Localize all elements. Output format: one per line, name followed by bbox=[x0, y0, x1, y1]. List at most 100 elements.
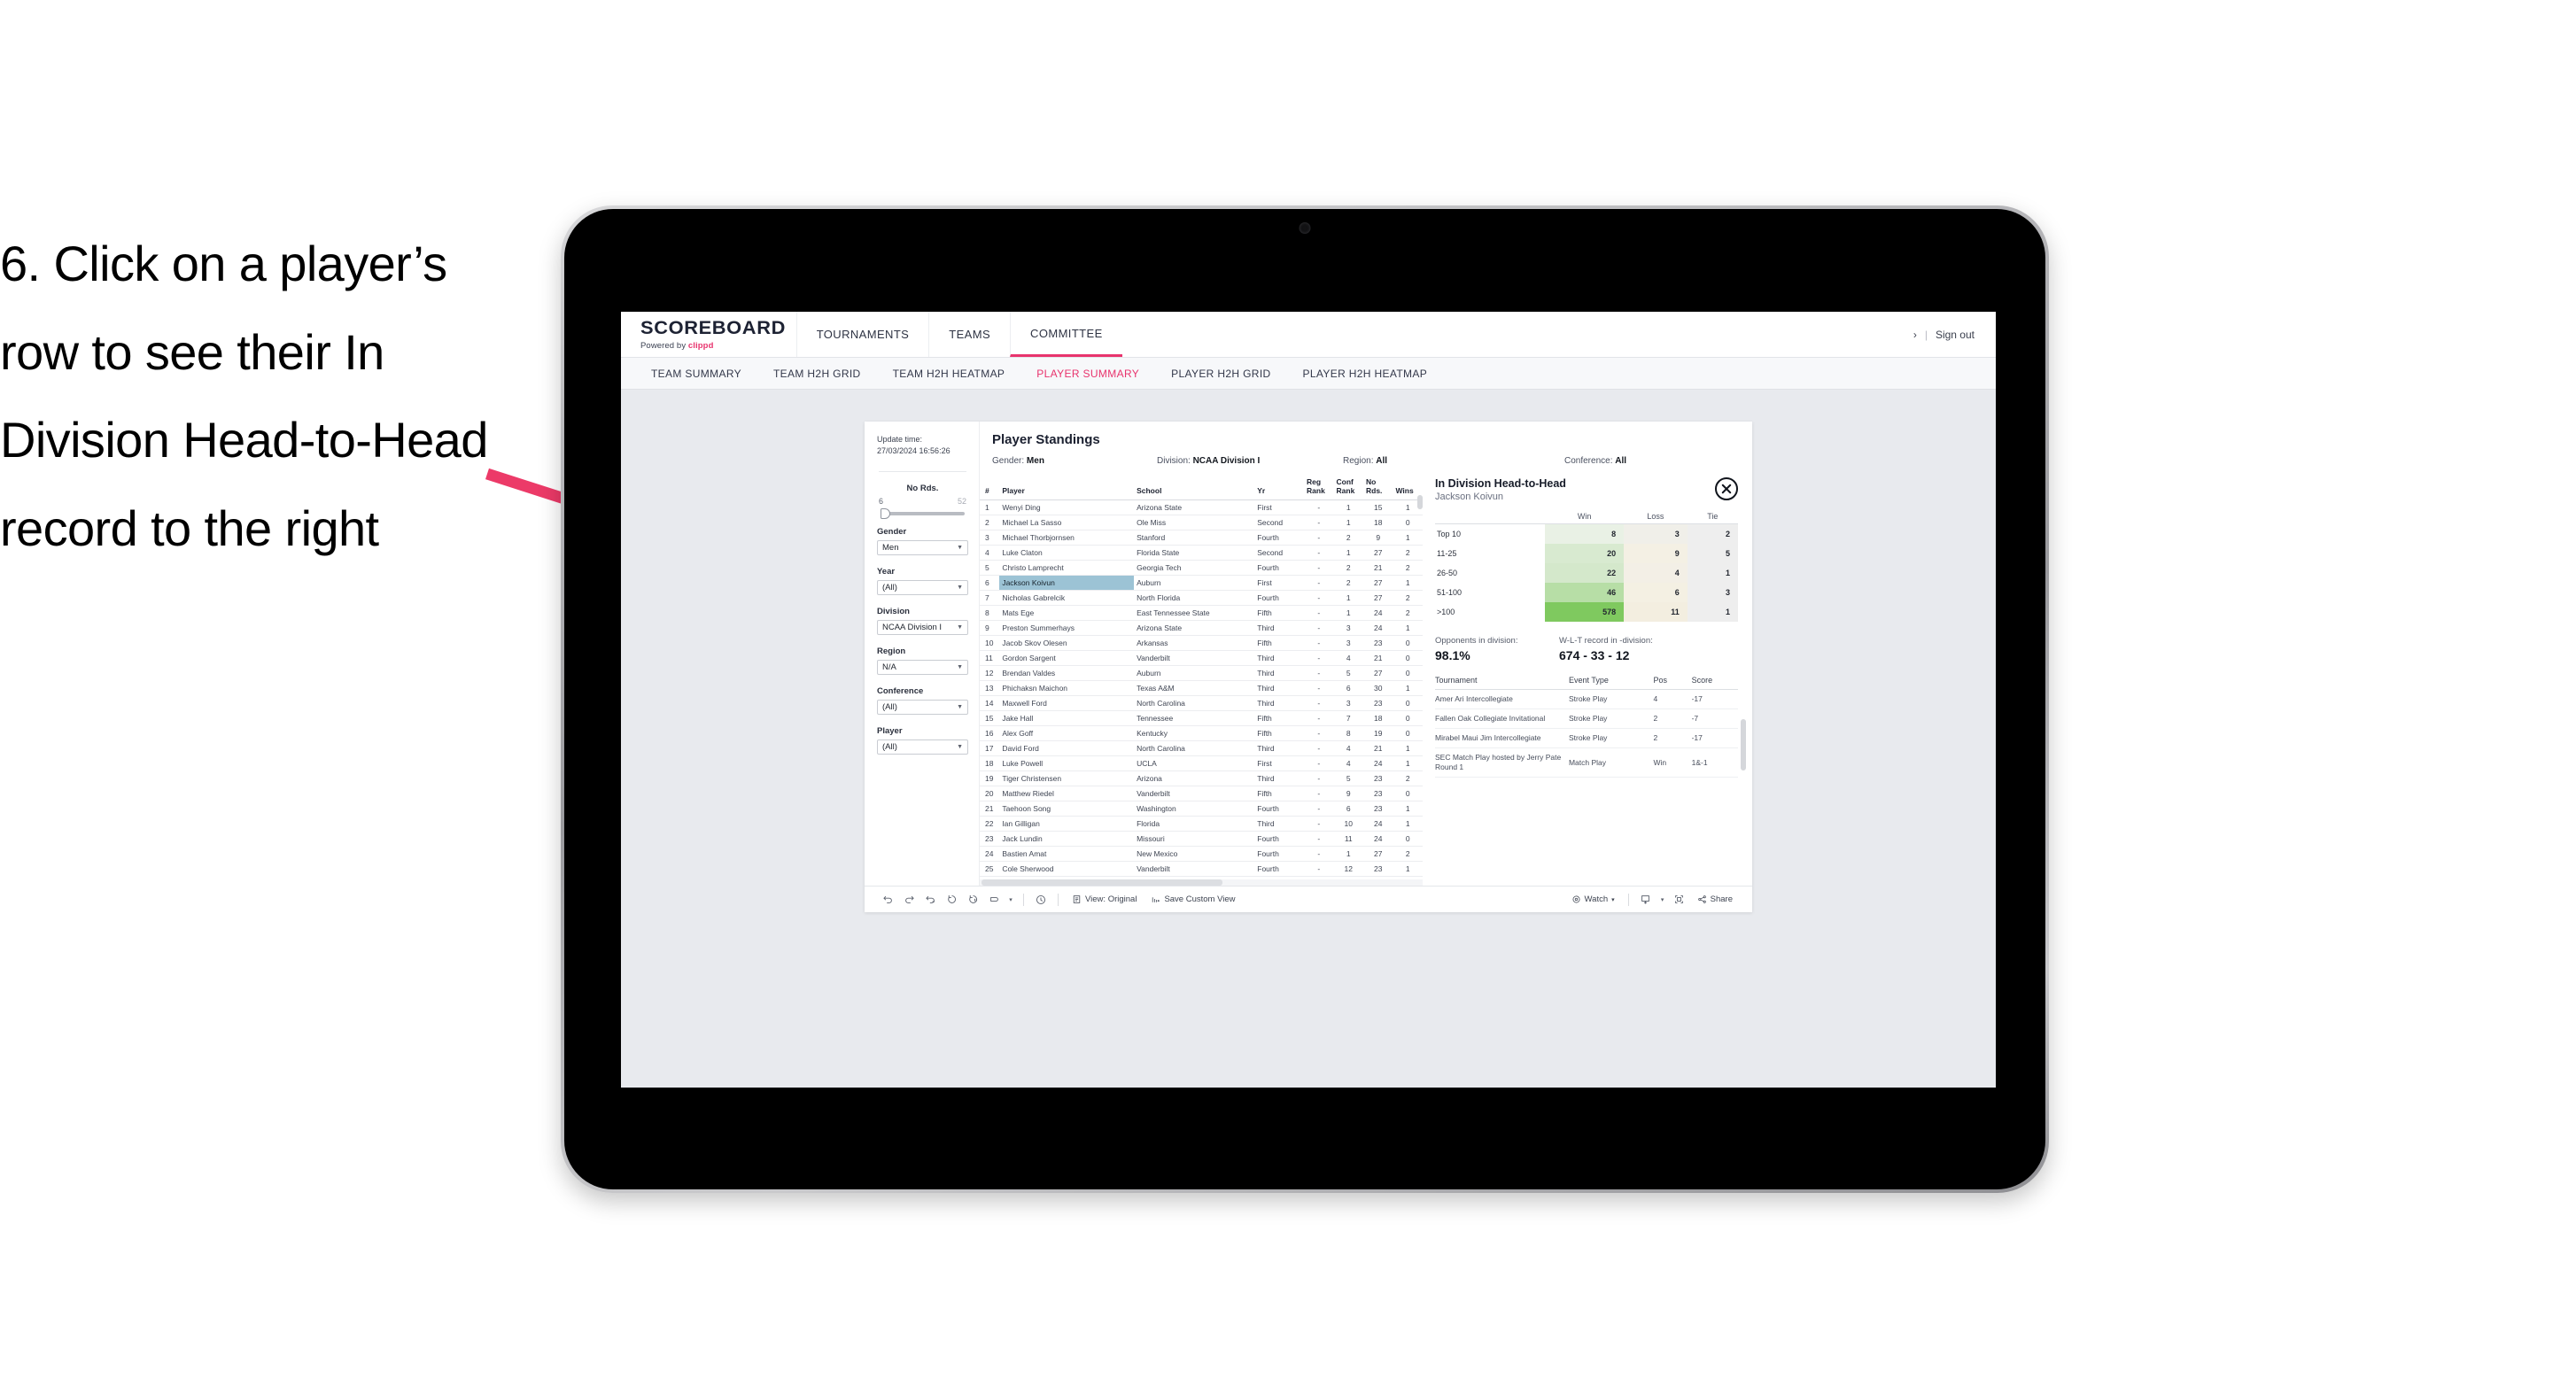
cell-school: East Tennessee State bbox=[1134, 605, 1255, 622]
table-row[interactable]: 4 Luke Claton Florida State Second -1 27 2 bbox=[980, 545, 1423, 561]
h2h-cell-loss: 11 bbox=[1624, 602, 1688, 622]
col-pos[interactable]: Pos bbox=[1653, 676, 1692, 690]
tab-team-h2h-heatmap[interactable]: TEAM H2H HEATMAP bbox=[877, 368, 1021, 380]
tournament-row[interactable]: Fallen Oak Collegiate Invitational Stroke… bbox=[1435, 708, 1738, 730]
table-row[interactable]: 17 David Ford North Carolina Third -4 21 1 bbox=[980, 740, 1423, 757]
cell-reg: - bbox=[1304, 801, 1334, 817]
table-row[interactable]: 8 Mats Ege East Tennessee State Fifth -1 24 2 bbox=[980, 605, 1423, 622]
tournament-row[interactable]: SEC Match Play hosted by Jerry Pate Roun… bbox=[1435, 747, 1738, 778]
cell-rds: 21 bbox=[1362, 650, 1393, 667]
toolbar-divider-2 bbox=[1058, 893, 1059, 906]
shape-icon[interactable] bbox=[983, 890, 1005, 910]
table-row[interactable]: 21 Taehoon Song Washington Fourth -6 23 1 bbox=[980, 801, 1423, 817]
tournament-row[interactable]: Mirabel Maui Jim Intercollegiate Stroke P… bbox=[1435, 728, 1738, 749]
filter-region-select[interactable]: N/A ▼ bbox=[877, 660, 968, 676]
h2h-row: Top 10 8 3 2 bbox=[1435, 523, 1738, 544]
filter-gender-select[interactable]: Men ▼ bbox=[877, 540, 968, 556]
standings-horizontal-scroll-thumb[interactable] bbox=[982, 879, 1222, 887]
tab-player-h2h-grid[interactable]: PLAYER H2H GRID bbox=[1155, 368, 1286, 380]
tournament-row[interactable]: Amer Ari Intercollegiate Stroke Play 4 -17 bbox=[1435, 689, 1738, 710]
col-no-rds[interactable]: No Rds. bbox=[1362, 476, 1393, 501]
close-icon[interactable] bbox=[1715, 477, 1738, 500]
col-player[interactable]: Player bbox=[999, 476, 1135, 501]
revert-icon[interactable] bbox=[919, 890, 941, 910]
cell-player: Tiger Christensen bbox=[999, 770, 1135, 787]
col-conf-rank[interactable]: Conf Rank bbox=[1333, 476, 1363, 501]
filter-year-select[interactable]: (All) ▼ bbox=[877, 580, 968, 596]
tab-team-summary[interactable]: TEAM SUMMARY bbox=[635, 368, 757, 380]
col-score[interactable]: Score bbox=[1691, 676, 1738, 690]
tab-player-summary[interactable]: PLAYER SUMMARY bbox=[1020, 368, 1155, 380]
cell-conf: 2 bbox=[1333, 575, 1363, 592]
undo-icon[interactable] bbox=[877, 890, 898, 910]
shape-dropdown-caret-icon[interactable]: ▾ bbox=[1005, 890, 1017, 910]
download-caret-icon[interactable]: ▾ bbox=[1657, 890, 1669, 910]
table-row[interactable]: 12 Brendan Valdes Auburn Third -5 27 0 bbox=[980, 665, 1423, 682]
clock-icon[interactable] bbox=[1030, 890, 1051, 910]
tablet-screen: SCOREBOARD Powered by clippd TOURNAMENTS… bbox=[564, 209, 2045, 1189]
table-row[interactable]: 24 Bastien Amat New Mexico Fourth -1 27 2 bbox=[980, 846, 1423, 863]
pause-icon[interactable] bbox=[962, 890, 983, 910]
table-row[interactable]: 9 Preston Summerhays Arizona State Third -3 2… bbox=[980, 620, 1423, 637]
cell-conf: 1 bbox=[1333, 605, 1363, 622]
tournament-scrollbar[interactable] bbox=[1741, 719, 1746, 771]
table-row[interactable]: 2 Michael La Sasso Ole Miss Second -1 18 0 bbox=[980, 515, 1423, 531]
table-row[interactable]: 15 Jake Hall Tennessee Fifth -7 18 0 bbox=[980, 710, 1423, 727]
col-school[interactable]: School bbox=[1134, 476, 1255, 501]
table-row[interactable]: 3 Michael Thorbjornsen Stanford Fourth -2 9 1 bbox=[980, 530, 1423, 546]
nav-teams[interactable]: TEAMS bbox=[928, 312, 1010, 357]
filter-gender-value: Men bbox=[882, 543, 899, 554]
table-row[interactable]: 23 Jack Lundin Missouri Fourth -11 24 0 bbox=[980, 831, 1423, 848]
table-row[interactable]: 6 Jackson Koivun Auburn First -2 27 1 bbox=[980, 575, 1423, 592]
table-row[interactable]: 1 Wenyi Ding Arizona State First -1 15 1 bbox=[980, 499, 1423, 516]
cell-player: Jacob Skov Olesen bbox=[999, 635, 1135, 652]
table-row[interactable]: 11 Gordon Sargent Vanderbilt Third -4 21 0 bbox=[980, 650, 1423, 667]
cell-reg: - bbox=[1304, 515, 1334, 531]
col-reg-rank[interactable]: Reg Rank bbox=[1304, 476, 1334, 501]
tab-player-h2h-heatmap[interactable]: PLAYER H2H HEATMAP bbox=[1287, 368, 1444, 380]
table-row[interactable]: 18 Luke Powell UCLA First -4 24 1 bbox=[980, 755, 1423, 772]
view-original-button[interactable]: View: Original bbox=[1065, 894, 1144, 904]
cell-wins: 0 bbox=[1393, 710, 1423, 727]
tournament-table: Tournament Event Type Pos Score Amer Ari… bbox=[1435, 676, 1738, 778]
no-rounds-slider[interactable] bbox=[881, 508, 965, 520]
col-tournament[interactable]: Tournament bbox=[1435, 676, 1569, 690]
no-rounds-slider-handle[interactable] bbox=[881, 508, 890, 520]
table-row[interactable]: 5 Christo Lamprecht Georgia Tech Fourth -2 21… bbox=[980, 560, 1423, 577]
table-row[interactable]: 20 Matthew Riedel Vanderbilt Fifth -9 23 0 bbox=[980, 786, 1423, 802]
filter-player-select[interactable]: (All) ▼ bbox=[877, 739, 968, 755]
watch-button[interactable]: Watch ▾ bbox=[1564, 894, 1622, 904]
col-event-type[interactable]: Event Type bbox=[1568, 676, 1654, 690]
share-button[interactable]: Share bbox=[1690, 894, 1740, 904]
refresh-icon[interactable] bbox=[941, 890, 962, 910]
meta-division: Division: NCAA Division I bbox=[1157, 456, 1343, 466]
sign-out-link[interactable]: Sign out bbox=[1936, 329, 1975, 341]
table-row[interactable]: 25 Cole Sherwood Vanderbilt Fourth -12 23 1 bbox=[980, 861, 1423, 878]
save-custom-view-button[interactable]: Save Custom View bbox=[1144, 894, 1242, 904]
cell-yr: Fourth bbox=[1254, 846, 1305, 863]
nav-committee[interactable]: COMMITTEE bbox=[1010, 312, 1122, 357]
download-icon[interactable] bbox=[1635, 890, 1657, 910]
col-rank[interactable]: # bbox=[980, 476, 1000, 501]
standings-horizontal-scrollbar[interactable] bbox=[980, 879, 1423, 887]
table-row[interactable]: 19 Tiger Christensen Arizona Third -5 23 2 bbox=[980, 770, 1423, 787]
tab-team-h2h-grid[interactable]: TEAM H2H GRID bbox=[757, 368, 877, 380]
col-year[interactable]: Yr bbox=[1254, 476, 1305, 501]
filter-division-select[interactable]: NCAA Division I ▼ bbox=[877, 620, 968, 636]
cell-wins: 0 bbox=[1393, 725, 1423, 742]
table-row[interactable]: 16 Alex Goff Kentucky Fifth -8 19 0 bbox=[980, 725, 1423, 742]
cell-num: 19 bbox=[980, 770, 1000, 787]
table-row[interactable]: 13 Phichaksn Maichon Texas A&M Third -6 30 1 bbox=[980, 680, 1423, 697]
table-row[interactable]: 10 Jacob Skov Olesen Arkansas Fifth -3 23 0 bbox=[980, 635, 1423, 652]
nav-tournaments[interactable]: TOURNAMENTS bbox=[795, 312, 929, 357]
table-row[interactable]: 7 Nicholas Gabrelcik North Florida Fourth -1… bbox=[980, 590, 1423, 607]
h2h-cell-win: 20 bbox=[1545, 544, 1625, 563]
cell-reg: - bbox=[1304, 846, 1334, 863]
filter-conference-select[interactable]: (All) ▼ bbox=[877, 700, 968, 716]
chevron-right-icon[interactable]: › bbox=[1913, 329, 1917, 341]
table-row[interactable]: 14 Maxwell Ford North Carolina Third -3 23 0 bbox=[980, 695, 1423, 712]
cell-wins: 1 bbox=[1393, 740, 1423, 757]
redo-icon[interactable] bbox=[898, 890, 919, 910]
fullscreen-icon[interactable] bbox=[1669, 890, 1690, 910]
table-row[interactable]: 22 Ian Gilligan Florida Third -10 24 1 bbox=[980, 816, 1423, 832]
